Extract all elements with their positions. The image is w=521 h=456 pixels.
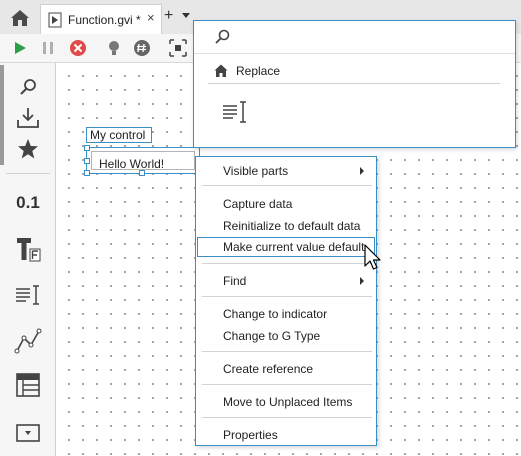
palette-dropdown[interactable] <box>12 417 44 449</box>
string-icon <box>16 285 39 305</box>
download-icon <box>17 108 39 128</box>
search-icon <box>215 29 230 44</box>
array-icon <box>16 373 40 397</box>
palette-add-button[interactable] <box>12 102 44 134</box>
palette-search-button[interactable] <box>12 71 44 103</box>
menu-item-change-gtype[interactable]: Change to G Type <box>223 329 320 343</box>
palette: 0.1 <box>0 63 56 456</box>
menu-item-make-default[interactable]: Make current value default <box>223 240 364 254</box>
menu-item-find[interactable]: Find <box>223 274 246 288</box>
menu-divider <box>202 384 372 385</box>
replace-item[interactable]: Replace <box>214 61 280 81</box>
chevron-right-icon <box>360 167 364 175</box>
resize-handle[interactable] <box>84 170 90 176</box>
popup-divider <box>208 83 500 84</box>
home-icon <box>11 10 29 26</box>
string-icon[interactable] <box>221 100 249 124</box>
palette-favorites-button[interactable] <box>12 133 44 165</box>
chevron-down-icon[interactable] <box>182 13 190 18</box>
search-field[interactable] <box>194 21 515 54</box>
resize-handle[interactable] <box>139 170 145 176</box>
menu-item-change-indicator[interactable]: Change to indicator <box>223 307 327 321</box>
chevron-right-icon <box>360 277 364 285</box>
menu-divider <box>202 351 372 352</box>
home-tab[interactable] <box>4 4 36 32</box>
menu-item-reinitialize[interactable]: Reinitialize to default data <box>223 219 360 233</box>
context-menu: Visible parts Capture data Reinitialize … <box>195 156 377 446</box>
palette-numeric[interactable]: 0.1 <box>12 187 44 219</box>
pause-button[interactable] <box>38 38 58 58</box>
close-tab-button[interactable]: × <box>147 10 155 25</box>
mouse-cursor-icon <box>364 244 381 270</box>
pause-icon <box>43 42 53 54</box>
resize-handle[interactable] <box>84 158 90 164</box>
tab-function-gvi[interactable]: Function.gvi * × <box>40 4 162 34</box>
dropdown-icon <box>16 424 40 442</box>
string-control[interactable]: Hello World! <box>84 145 200 176</box>
run-button[interactable] <box>10 38 30 58</box>
menu-divider <box>202 263 372 264</box>
abort-icon <box>70 40 86 56</box>
palette-array[interactable] <box>12 369 44 401</box>
boolean-icon <box>17 238 41 262</box>
menu-divider <box>202 185 372 186</box>
menu-item-properties[interactable]: Properties <box>223 428 278 442</box>
layout-button[interactable] <box>168 38 188 58</box>
add-tab-button[interactable]: + <box>164 7 173 25</box>
highlight-icon <box>109 41 119 55</box>
palette-divider <box>6 173 50 174</box>
replace-label: Replace <box>236 64 281 78</box>
highlight-button[interactable] <box>104 38 124 58</box>
hash-button[interactable] <box>132 38 152 58</box>
home-icon <box>214 64 228 77</box>
menu-item-visible-parts[interactable]: Visible parts <box>223 164 288 178</box>
menu-item-capture-data[interactable]: Capture data <box>223 197 292 211</box>
layout-icon <box>169 39 187 57</box>
tab-title: Function.gvi * <box>68 13 141 27</box>
palette-boolean[interactable] <box>12 233 44 265</box>
palette-scrollbar[interactable] <box>0 65 4 165</box>
search-popup: Replace <box>193 20 516 148</box>
menu-item-move-unplaced[interactable]: Move to Unplaced Items <box>223 395 352 409</box>
graph-icon <box>14 328 42 354</box>
star-icon <box>18 139 38 159</box>
resize-handle[interactable] <box>84 145 90 151</box>
vi-file-icon <box>48 12 62 28</box>
palette-string[interactable] <box>12 279 44 311</box>
search-icon <box>20 79 36 95</box>
palette-graph[interactable] <box>12 325 44 357</box>
menu-divider <box>202 296 372 297</box>
control-label[interactable]: My control <box>86 127 152 143</box>
menu-item-create-reference[interactable]: Create reference <box>223 362 313 376</box>
menu-divider <box>202 417 372 418</box>
run-icon <box>15 42 26 54</box>
hash-icon <box>134 40 150 56</box>
abort-button[interactable] <box>68 38 88 58</box>
string-control-field[interactable]: Hello World! <box>91 151 195 171</box>
string-control-value: Hello World! <box>99 157 165 171</box>
